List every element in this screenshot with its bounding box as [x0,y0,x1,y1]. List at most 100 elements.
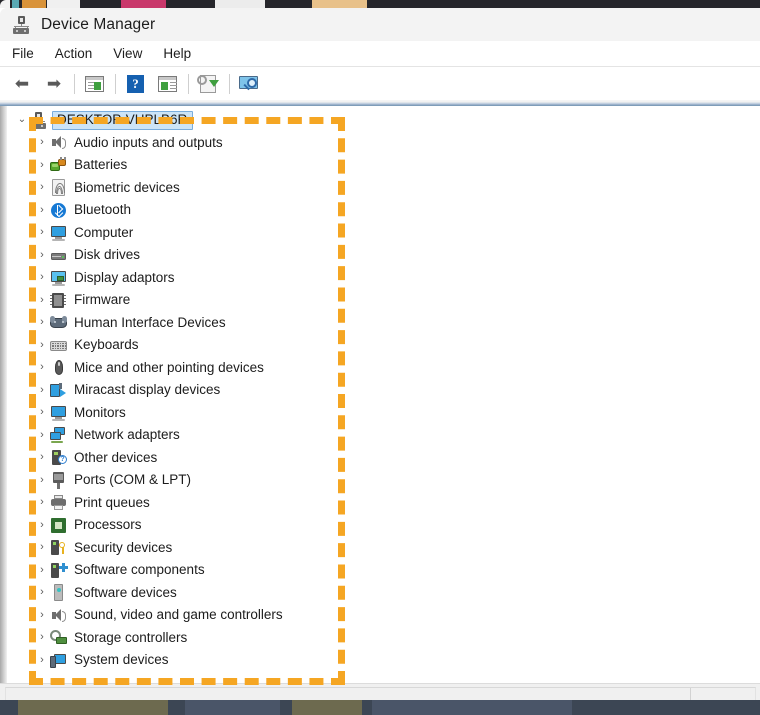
tree-item-label: Miracast display devices [74,382,221,397]
tree-item[interactable]: › Disk drives [8,244,760,267]
chevron-right-icon[interactable]: › [34,497,50,508]
tree-item[interactable]: › Network adapters [8,424,760,447]
chevron-right-icon[interactable]: › [34,182,50,193]
forward-button[interactable]: ➡ [40,71,68,97]
chevron-right-icon[interactable]: › [34,407,50,418]
tree-item-label: Print queues [74,494,150,510]
chevron-right-icon[interactable]: › [34,294,50,306]
properties-button[interactable] [154,71,182,97]
tree-item[interactable]: › Batteries [8,154,760,177]
device-manager-icon [12,15,30,34]
left-arrow-icon: ⬅ [14,74,30,93]
chevron-right-icon[interactable]: › [34,632,50,643]
tree-item[interactable]: › Processors [8,514,760,537]
taskbar-segment[interactable] [18,700,168,715]
tree-item[interactable]: › Human Interface Devices [8,312,760,335]
device-manager-window: Device Manager File Action View Help ⬅ ➡ [0,8,760,700]
tab-strip-segment[interactable] [215,0,265,8]
tree-item-label: Firmware [74,292,131,307]
chevron-right-icon[interactable]: › [34,159,50,171]
chevron-right-icon[interactable]: › [34,609,50,621]
tree-root-node[interactable]: ⌄ DESKTOP-VHPLB6R [8,109,760,132]
tree-item-label: Software components [74,562,205,577]
port-icon [50,471,67,489]
tree-item[interactable]: › Firmware [8,289,760,312]
tree-item-label: Computer [74,224,134,240]
menu-file[interactable]: File [3,44,43,64]
tree-item[interactable]: › Miracast display devices [8,379,760,402]
tab-strip-segment[interactable] [12,0,19,8]
tree-item-label: Processors [74,517,142,532]
chevron-right-icon[interactable]: › [34,384,50,396]
back-button[interactable]: ⬅ [8,71,36,97]
chevron-right-icon[interactable]: › [34,452,50,463]
tree-item[interactable]: › Computer [8,222,760,245]
tab-strip-segment[interactable] [312,0,367,8]
system-device-icon [50,652,67,669]
speaker-icon [50,134,67,151]
chevron-right-icon[interactable]: › [34,317,50,328]
firmware-chip-icon [50,292,67,309]
tree-item[interactable]: › Mice and other pointing devices [8,357,760,380]
unknown-device-icon: ? [50,449,67,466]
tree-item[interactable]: › Biometric devices [8,177,760,200]
tree-item[interactable]: › Storage controllers [8,627,760,650]
right-arrow-icon: ➡ [46,74,62,93]
chevron-right-icon[interactable]: › [34,542,50,553]
tree-item[interactable]: › Sound, video and game controllers [8,604,760,627]
chevron-right-icon[interactable]: › [34,474,50,486]
tree-item[interactable]: › Bluetooth [8,199,760,222]
chevron-right-icon[interactable]: › [34,272,50,283]
chevron-right-icon[interactable]: › [34,227,50,238]
menu-help[interactable]: Help [154,44,200,64]
tab-strip-segment[interactable] [47,0,80,8]
tree-item[interactable]: › Monitors [8,402,760,425]
chevron-right-icon[interactable]: › [34,137,50,148]
toolbar-separator-3 [188,73,189,94]
tab-strip-left-cap [0,0,10,8]
chevron-right-icon[interactable]: › [34,362,50,373]
taskbar-segment[interactable] [292,700,362,715]
menu-action[interactable]: Action [46,44,102,64]
tree-item[interactable]: › Keyboards [8,334,760,357]
disk-drive-icon [50,247,67,264]
monitor-icon [50,404,67,422]
tree-item-label: Batteries [74,157,128,172]
chevron-right-icon[interactable]: › [34,654,50,666]
chevron-down-icon[interactable]: ⌄ [14,115,30,125]
chevron-right-icon[interactable]: › [34,249,50,261]
tree-item[interactable]: › System devices [8,649,760,672]
chevron-right-icon[interactable]: › [34,429,50,441]
chevron-right-icon[interactable]: › [34,519,50,531]
tree-item[interactable]: › Software devices [8,582,760,605]
tree-item[interactable]: › Security devices [8,537,760,560]
tree-item[interactable]: › Ports (COM & LPT) [8,469,760,492]
status-bar-divider [690,688,691,700]
taskbar-segment[interactable] [372,700,572,715]
show-hide-console-tree-button[interactable] [81,71,109,97]
tree-item-label: Monitors [74,404,126,420]
menu-view[interactable]: View [104,44,151,64]
tree-item[interactable]: › Display adaptors [8,267,760,290]
processor-icon [50,517,67,534]
taskbar-segment[interactable] [185,700,280,715]
chevron-right-icon[interactable]: › [34,564,50,576]
chevron-right-icon[interactable]: › [34,204,50,216]
tree-item[interactable]: ›? Other devices [8,447,760,470]
title-bar: Device Manager [0,8,760,41]
update-driver-button[interactable] [195,71,223,97]
tree-item[interactable]: › Software components [8,559,760,582]
scan-hardware-changes-button[interactable] [236,71,264,97]
tab-strip-segment[interactable] [22,0,46,8]
chevron-right-icon[interactable]: › [34,587,50,598]
tab-strip-segment[interactable] [121,0,166,8]
help-button[interactable]: ? [122,71,150,97]
content-pane: ⌄ DESKTOP-VHPLB6R › Audio inputs and output… [0,105,760,683]
tree-item[interactable]: › Print queues [8,492,760,515]
tree-item[interactable]: › Audio inputs and outputs [8,132,760,155]
computer-root-icon [30,111,47,129]
tree-item-label: Storage controllers [74,629,188,645]
device-tree[interactable]: ⌄ DESKTOP-VHPLB6R › Audio inputs and output… [8,109,760,683]
toolbar: ⬅ ➡ ? [0,67,760,100]
chevron-right-icon[interactable]: › [34,339,50,351]
